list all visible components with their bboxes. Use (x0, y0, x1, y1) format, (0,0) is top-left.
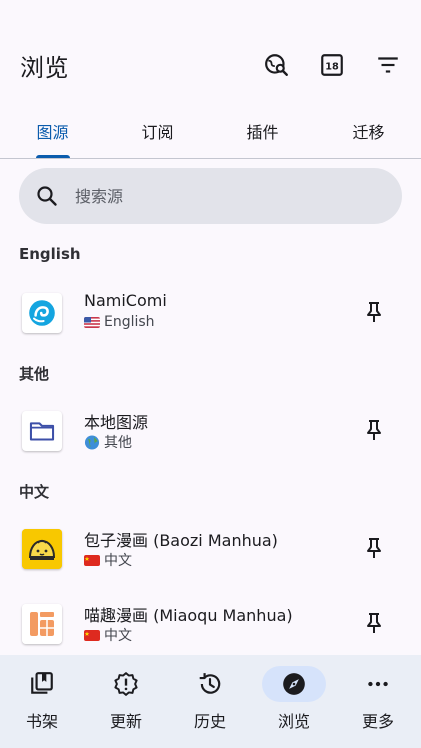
library-icon (10, 666, 74, 702)
miaoqu-logo-icon (22, 604, 62, 644)
pin-icon[interactable] (361, 610, 387, 636)
cn-flag-icon (84, 554, 100, 566)
section-header-english: English (19, 245, 81, 263)
globe-icon (84, 434, 100, 450)
nav-item-browse[interactable]: 浏览 (252, 655, 336, 748)
source-item-local[interactable]: 本地图源 其他 (0, 411, 421, 481)
global-search-icon[interactable] (262, 50, 292, 80)
tab-label: 订阅 (141, 123, 174, 142)
updates-icon (94, 666, 158, 702)
nav-label: 更新 (109, 712, 142, 731)
cn-flag-icon (84, 629, 100, 641)
source-item-baozi[interactable]: 包子漫画 (Baozi Manhua) 中文 (0, 529, 421, 599)
explore-icon (262, 666, 326, 702)
namicomi-logo-icon (22, 293, 62, 333)
tab-extensions[interactable]: 插件 (210, 104, 315, 158)
nav-label: 更多 (361, 712, 394, 731)
filter-icon[interactable] (373, 50, 403, 80)
baozi-logo-icon (22, 529, 62, 569)
source-name: 喵趣漫画 (Miaoqu Manhua) (84, 606, 293, 625)
source-item-namicomi[interactable]: NamiComi English (0, 291, 421, 363)
history-icon (178, 666, 242, 702)
nav-item-library[interactable]: 书架 (0, 655, 84, 748)
search-bar[interactable] (19, 168, 402, 224)
tab-label: 图源 (36, 123, 69, 142)
page-title: 浏览 (20, 54, 69, 82)
nav-item-updates[interactable]: 更新 (84, 655, 168, 748)
pin-icon[interactable] (361, 417, 387, 443)
section-header-other: 其他 (19, 365, 50, 383)
pin-icon[interactable] (361, 535, 387, 561)
tab-bar: 图源 订阅 插件 迁移 (0, 104, 421, 159)
tab-label: 迁移 (352, 123, 385, 142)
tab-sources[interactable]: 图源 (0, 104, 105, 158)
pin-icon[interactable] (361, 299, 387, 325)
nav-label: 浏览 (277, 712, 310, 731)
more-icon (346, 666, 410, 702)
source-lang-label: 其他 (104, 435, 132, 451)
folder-icon (22, 411, 62, 451)
source-language: 中文 (84, 625, 132, 645)
source-name: NamiComi (84, 291, 167, 310)
nav-label: 书架 (25, 712, 58, 731)
tab-label: 插件 (246, 123, 279, 142)
source-name: 包子漫画 (Baozi Manhua) (84, 531, 278, 550)
search-icon (37, 186, 57, 206)
nsfw-18-icon[interactable]: 18 (317, 50, 347, 80)
search-input[interactable] (75, 168, 385, 224)
source-lang-label: English (104, 314, 155, 330)
nav-item-history[interactable]: 历史 (168, 655, 252, 748)
bottom-navigation: 书架 更新 历史 浏览 更多 (0, 655, 421, 748)
section-header-chinese: 中文 (19, 483, 50, 501)
tab-migrate[interactable]: 迁移 (316, 104, 421, 158)
svg-text:18: 18 (325, 61, 339, 72)
source-language: 其他 (84, 432, 132, 452)
source-language: English (84, 314, 155, 330)
nav-item-more[interactable]: 更多 (336, 655, 420, 748)
source-lang-label: 中文 (104, 628, 132, 644)
source-name: 本地图源 (84, 413, 149, 432)
us-flag-icon (84, 316, 100, 328)
source-lang-label: 中文 (104, 553, 132, 569)
top-app-bar: 浏览 18 (0, 0, 421, 104)
tab-subscriptions[interactable]: 订阅 (105, 104, 210, 158)
source-language: 中文 (84, 550, 132, 570)
tab-indicator (36, 155, 70, 158)
nav-label: 历史 (193, 712, 226, 731)
